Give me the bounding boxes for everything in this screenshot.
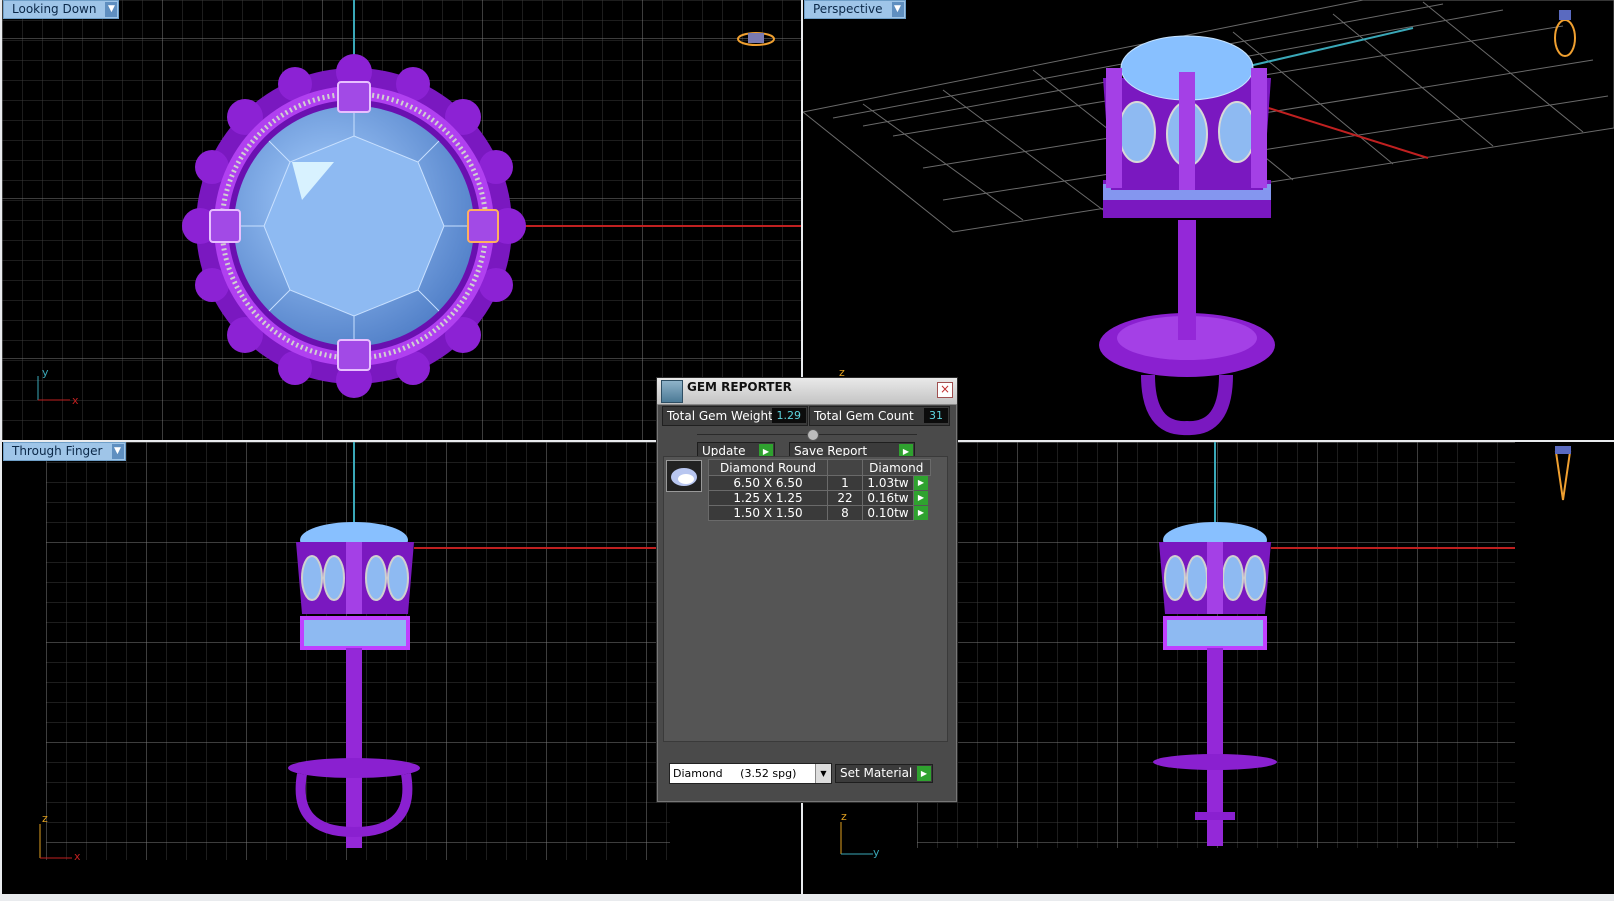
total-gem-count: Total Gem Count 31 [809, 406, 950, 426]
view-orientation-icon[interactable] [1554, 446, 1572, 501]
gem-weight: 0.16tw [862, 490, 914, 506]
gem-reporter-panel: GEM REPORTER × Total Gem Weight 1.29 Tot… [656, 377, 958, 803]
column-header-count [827, 459, 863, 476]
viewport-label-looking-down[interactable]: Looking Down ▼ [3, 0, 120, 19]
gem-count: 1 [827, 475, 863, 491]
top-view-scene [2, 0, 801, 440]
axis-label-z: z [841, 810, 847, 823]
viewport-label-text: Looking Down [12, 2, 97, 16]
earring-perspective-model [1099, 35, 1275, 436]
axis-label-x: x [72, 394, 79, 407]
gem-reporter-app-icon [661, 380, 683, 403]
select-row-button[interactable]: ▶ [914, 476, 928, 491]
total-gem-weight-label: Total Gem Weight [667, 409, 773, 423]
select-row-button[interactable]: ▶ [914, 506, 928, 520]
gem-thumbnail-icon[interactable] [666, 460, 702, 492]
viewport-perspective[interactable]: Perspective ▼ z [803, 0, 1614, 440]
table-row[interactable]: 1.25 X 1.25 22 0.16tw ▶ [708, 490, 931, 506]
gem-count: 22 [827, 490, 863, 506]
earring-top-view [182, 54, 526, 398]
total-gem-weight-value: 1.29 [771, 408, 806, 423]
viewport-label-perspective[interactable]: Perspective ▼ [804, 0, 906, 19]
gem-weight: 1.03tw [862, 475, 914, 491]
perspective-scene [803, 0, 1614, 436]
axis-label-z: z [42, 812, 48, 825]
select-row-button[interactable]: ▶ [914, 491, 928, 505]
viewport-label-text: Through Finger [12, 444, 103, 458]
viewport-looking-down[interactable]: y x Looking Down ▼ [2, 0, 801, 440]
total-gem-count-value: 31 [924, 408, 948, 423]
gem-reporter-titlebar[interactable]: GEM REPORTER × [657, 378, 957, 405]
viewport-label-through-finger[interactable]: Through Finger ▼ [3, 442, 126, 461]
gem-table: Diamond Round Diamond 6.50 X 6.50 1 1.03… [708, 459, 931, 521]
collapse-grip-icon[interactable] [807, 429, 819, 441]
table-row[interactable]: 1.50 X 1.50 8 0.10tw ▶ [708, 505, 931, 521]
total-gem-count-label: Total Gem Count [814, 409, 914, 423]
chevron-down-icon[interactable]: ▼ [891, 2, 904, 17]
play-icon: ▶ [917, 766, 931, 781]
gem-table-header: Diamond Round Diamond [708, 459, 931, 476]
table-row[interactable]: 6.50 X 6.50 1 1.03tw ▶ [708, 475, 931, 491]
material-select[interactable]: Diamond (3.52 spg) ▼ [669, 763, 832, 784]
gem-weight: 0.10tw [862, 505, 914, 521]
gem-size: 1.25 X 1.25 [708, 490, 828, 506]
gem-size: 1.50 X 1.50 [708, 505, 828, 521]
axis-label-x: x [74, 850, 81, 863]
set-material-button[interactable]: Set Material ▶ [835, 764, 933, 783]
gem-reporter-title: GEM REPORTER [687, 380, 792, 394]
axis-label-y: y [42, 366, 49, 379]
close-icon[interactable]: × [937, 382, 953, 398]
gem-list: Diamond Round Diamond 6.50 X 6.50 1 1.03… [663, 456, 948, 742]
axis-label-y: y [873, 846, 880, 859]
gem-totals-row: Total Gem Weight 1.29 Total Gem Count 31 [662, 406, 952, 426]
gem-count: 8 [827, 505, 863, 521]
material-select-value: Diamond (3.52 spg) [673, 767, 797, 780]
viewport-label-text: Perspective [813, 2, 883, 16]
chevron-down-icon[interactable]: ▼ [111, 444, 124, 459]
chevron-down-icon[interactable]: ▼ [105, 2, 118, 17]
column-header-shape: Diamond Round [708, 459, 828, 476]
chevron-down-icon[interactable]: ▼ [815, 764, 831, 783]
total-gem-weight: Total Gem Weight 1.29 [662, 406, 808, 426]
set-material-button-label: Set Material [840, 766, 913, 780]
gem-size: 6.50 X 6.50 [708, 475, 828, 491]
view-orientation-icon[interactable] [1554, 10, 1576, 57]
column-header-material: Diamond [862, 459, 931, 476]
